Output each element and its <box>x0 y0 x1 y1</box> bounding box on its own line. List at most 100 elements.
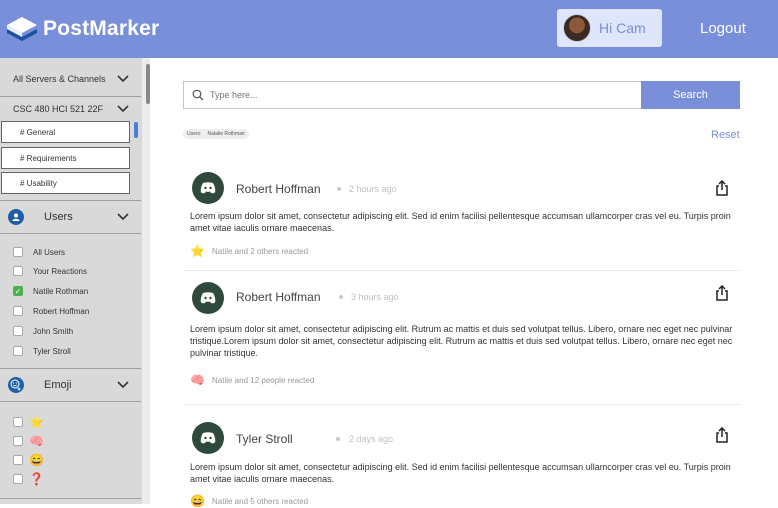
smile-icon: 😄 <box>29 453 44 467</box>
divider <box>0 233 141 234</box>
emoji-filter-smile[interactable]: 😄 <box>13 453 44 467</box>
post-card: Tyler Stroll 2 days ago Lorem ipsum dolo… <box>183 420 740 508</box>
search-icon <box>192 89 204 101</box>
filter-key: Users: <box>187 131 202 137</box>
user-filter-natile-rothman[interactable]: ✓ Natile Rothman <box>13 286 88 296</box>
post-reactions[interactable]: ⭐ Natile and 2 others reacted <box>190 244 308 258</box>
post-time: 2 days ago <box>349 434 394 444</box>
reset-link[interactable]: Reset <box>711 129 740 141</box>
discord-avatar-icon <box>192 282 224 314</box>
app-name: PostMarker <box>43 17 160 40</box>
user-filter-your-reactions[interactable]: Your Reactions <box>13 266 87 276</box>
star-icon: ⭐ <box>190 244 205 258</box>
servers-dropdown[interactable]: All Servers & Channels <box>0 68 141 90</box>
checkbox-label: All Users <box>33 247 66 257</box>
checkbox-label: Tyler Stroll <box>33 346 71 356</box>
search-button[interactable]: Search <box>641 81 740 109</box>
divider <box>0 200 141 201</box>
divider <box>0 401 141 402</box>
post-body: Lorem ipsum dolor sit amet, consectetur … <box>190 462 731 484</box>
post-author[interactable]: Robert Hoffman <box>236 182 321 196</box>
users-section-label: Users <box>44 211 73 223</box>
checkbox-label: Robert Hoffman <box>33 306 90 316</box>
post-body: Lorem ipsum dolor sit amet, consectetur … <box>190 324 733 358</box>
post-time: 2 hours ago <box>349 184 397 194</box>
checkbox[interactable] <box>13 326 23 336</box>
user-filter-robert-hoffman[interactable]: Robert Hoffman <box>13 306 89 316</box>
separator-dot <box>337 187 341 191</box>
post-reactions[interactable]: 😄 Natile and 5 others reacted <box>190 494 308 508</box>
checkbox-label: John Smith <box>33 326 74 336</box>
user-filter-john-smith[interactable]: John Smith <box>13 326 73 336</box>
share-icon[interactable] <box>715 285 729 301</box>
reaction-text: Natile and 12 people reacted <box>212 375 315 385</box>
emoji-filter-star[interactable]: ⭐ <box>13 415 44 429</box>
users-section-header[interactable]: Users <box>0 202 141 232</box>
filter-value: Natalie Rothman <box>207 131 245 137</box>
emoji-filter-brain[interactable]: 🧠 <box>13 434 44 448</box>
logout-link[interactable]: Logout <box>700 20 746 37</box>
post-author[interactable]: Tyler Stroll <box>236 432 293 446</box>
brain-icon: 🧠 <box>190 373 205 387</box>
channel-usability[interactable]: # Usability <box>1 172 130 194</box>
share-icon[interactable] <box>715 427 729 443</box>
channel-general[interactable]: # General <box>1 121 130 143</box>
smile-icon: 😄 <box>190 494 205 508</box>
emoji-section-label: Emoji <box>44 379 72 391</box>
checkbox-checked[interactable]: ✓ <box>13 286 23 296</box>
user-icon <box>8 209 24 225</box>
reaction-text: Natile and 2 others reacted <box>212 246 309 256</box>
separator-dot <box>336 437 340 441</box>
user-filter-tyler-stroll[interactable]: Tyler Stroll <box>13 346 71 356</box>
sidebar-scrollbar-track <box>142 58 150 504</box>
share-icon[interactable] <box>715 180 729 196</box>
divider <box>0 498 141 499</box>
post-card: Robert Hoffman 3 hours ago Lorem ipsum d… <box>183 280 740 402</box>
search-bar <box>183 81 641 109</box>
emoji-filter-question[interactable]: ❓ <box>13 472 44 486</box>
checkbox[interactable] <box>13 346 23 356</box>
server-name: CSC 480 HCI 521 22F <box>13 104 104 114</box>
post-author[interactable]: Robert Hoffman <box>236 290 321 304</box>
emoji-section-header[interactable]: Emoji <box>0 370 141 400</box>
servers-label: All Servers & Channels <box>13 74 106 84</box>
user-filter-all-users[interactable]: All Users <box>13 247 65 257</box>
brain-icon: 🧠 <box>29 434 44 448</box>
checkbox[interactable] <box>13 266 23 276</box>
checkbox[interactable] <box>13 247 23 257</box>
chevron-down-icon <box>117 75 129 83</box>
active-filter-chip[interactable]: Users: Natalie Rothman <box>183 129 249 139</box>
checkbox[interactable] <box>13 417 23 427</box>
post-reactions[interactable]: 🧠 Natile and 12 people reacted <box>190 373 314 387</box>
divider <box>183 270 740 271</box>
separator-dot <box>339 295 343 299</box>
emoji-add-icon <box>8 377 24 393</box>
channel-scrollbar[interactable] <box>134 122 138 138</box>
chevron-down-icon <box>117 105 129 113</box>
post-card: Robert Hoffman 2 hours ago Lorem ipsum d… <box>183 170 740 270</box>
checkbox-label: Natile Rothman <box>33 286 89 296</box>
avatar <box>563 14 591 42</box>
user-menu-button[interactable]: Hi Cam <box>557 9 662 47</box>
chevron-down-icon <box>117 381 129 389</box>
post-body: Lorem ipsum dolor sit amet, consectetur … <box>190 211 731 233</box>
discord-avatar-icon <box>192 422 224 454</box>
logo-icon <box>7 17 37 41</box>
reaction-text: Natile and 5 others reacted <box>212 496 309 506</box>
question-icon: ❓ <box>29 472 44 486</box>
channel-requirements[interactable]: # Requirements <box>1 147 130 169</box>
checkbox[interactable] <box>13 306 23 316</box>
divider <box>183 404 740 405</box>
sidebar-scrollbar[interactable] <box>146 64 150 104</box>
search-input[interactable] <box>210 90 610 100</box>
server-dropdown[interactable]: CSC 480 HCI 521 22F <box>0 100 141 118</box>
discord-avatar-icon <box>192 172 224 204</box>
checkbox[interactable] <box>13 455 23 465</box>
app-logo[interactable]: PostMarker <box>6 16 159 42</box>
checkbox-label: Your Reactions <box>33 266 87 276</box>
chevron-down-icon <box>117 213 129 221</box>
checkbox[interactable] <box>13 474 23 484</box>
star-icon: ⭐ <box>29 415 44 429</box>
checkbox[interactable] <box>13 436 23 446</box>
app-header: PostMarker Hi Cam Logout <box>0 0 778 58</box>
